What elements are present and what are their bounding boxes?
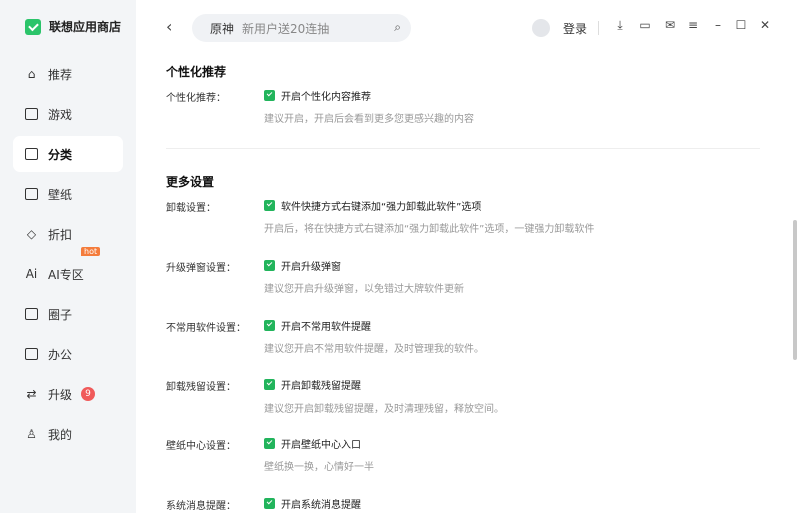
option-text: 开启个性化内容推荐 bbox=[281, 92, 371, 103]
setting-desc: 建议您开启卸载残留提醒，及时清理残留，释放空间。 bbox=[264, 404, 504, 415]
divider bbox=[598, 21, 599, 35]
upgrade-count-badge: 9 bbox=[81, 387, 96, 401]
nav-label: 推荐 bbox=[48, 67, 73, 82]
screen-icon[interactable]: ▭ bbox=[638, 18, 652, 32]
nav-label: 壁纸 bbox=[48, 187, 73, 202]
sidebar-item-recommend[interactable]: ⌂ 推荐 bbox=[13, 56, 123, 92]
app-logo: 联想应用商店 bbox=[25, 18, 121, 35]
setting-label: 升级弹窗设置： bbox=[166, 263, 236, 274]
search-icon[interactable]: ⌕ bbox=[394, 20, 401, 35]
setting-desc: 壁纸换一换，心情好一半 bbox=[264, 462, 374, 473]
setting-label: 卸载残留设置： bbox=[166, 382, 236, 393]
setting-checkbox[interactable]: 开启壁纸中心入口 bbox=[264, 436, 361, 451]
checkbox-checked-icon bbox=[264, 90, 275, 101]
close-icon[interactable]: ✕ bbox=[758, 18, 772, 32]
briefcase-icon bbox=[24, 347, 39, 362]
checkbox-checked-icon bbox=[264, 498, 275, 509]
section-title-more: 更多设置 bbox=[166, 175, 215, 189]
setting-label: 系统消息提醒： bbox=[166, 501, 236, 512]
nav-label: 升级 bbox=[48, 387, 73, 402]
checkbox-checked-icon bbox=[264, 320, 275, 331]
home-icon: ⌂ bbox=[27, 67, 36, 81]
ai-icon: Ai bbox=[25, 267, 38, 281]
sidebar-item-office[interactable]: 办公 bbox=[13, 336, 123, 372]
wallpaper-icon bbox=[24, 187, 39, 202]
login-button[interactable]: 登录 bbox=[563, 20, 587, 37]
category-icon bbox=[24, 147, 39, 162]
sidebar-item-category[interactable]: 分类 bbox=[13, 136, 123, 172]
download-icon[interactable]: ⤓ bbox=[613, 18, 627, 33]
setting-desc: 建议您开启不常用软件提醒，及时管理我的软件。 bbox=[264, 344, 484, 355]
maximize-icon[interactable]: ☐ bbox=[734, 18, 748, 32]
checkbox-checked-icon bbox=[264, 379, 275, 390]
scrollbar[interactable] bbox=[793, 220, 797, 360]
nav-label: 分类 bbox=[48, 147, 73, 162]
option-text: 开启升级弹窗 bbox=[281, 262, 341, 273]
setting-checkbox[interactable]: 开启个性化内容推荐 bbox=[264, 88, 371, 103]
nav-label: AI专区 bbox=[48, 267, 84, 282]
setting-checkbox[interactable]: 开启系统消息提醒 bbox=[264, 496, 361, 511]
search-keyword: 原神 bbox=[210, 21, 235, 36]
sidebar-item-community[interactable]: 圈子 bbox=[13, 296, 123, 332]
option-text: 开启卸载残留提醒 bbox=[281, 381, 361, 392]
top-bar: ‹ 原神 新用户送20连抽 ⌕ 登录 ⤓ ▭ ✉ ≡ – ☐ ✕ bbox=[136, 0, 800, 56]
nav-label: 折扣 bbox=[48, 227, 73, 242]
checkbox-checked-icon bbox=[264, 438, 275, 449]
checkbox-checked-icon bbox=[264, 260, 275, 271]
tag-icon: ◇ bbox=[26, 227, 37, 241]
setting-checkbox[interactable]: 开启卸载残留提醒 bbox=[264, 377, 361, 392]
setting-desc: 开启后，将在快捷方式右键添加“强力卸载此软件”选项，一键强力卸载软件 bbox=[264, 224, 595, 235]
sidebar: 联想应用商店 ⌂ 推荐 游戏 分类 壁纸 ◇ 折扣 Ai AI专区 hot 圈子 办公 … bbox=[0, 0, 136, 513]
sidebar-item-mine[interactable]: ♙ 我的 bbox=[13, 416, 123, 452]
mail-icon[interactable]: ✉ bbox=[663, 18, 677, 32]
search-input[interactable]: 原神 新用户送20连抽 ⌕ bbox=[192, 14, 411, 42]
sidebar-item-ai[interactable]: Ai AI专区 hot bbox=[13, 247, 123, 292]
setting-desc: 建议开启，开启后会看到更多您更感兴趣的内容 bbox=[264, 114, 474, 125]
setting-label: 不常用软件设置： bbox=[166, 323, 246, 334]
app-title: 联想应用商店 bbox=[49, 20, 122, 34]
minimize-icon[interactable]: – bbox=[711, 18, 725, 32]
setting-checkbox[interactable]: 开启不常用软件提醒 bbox=[264, 318, 371, 333]
sidebar-item-upgrade[interactable]: ⇄ 升级 9 bbox=[13, 376, 123, 412]
setting-label: 卸载设置： bbox=[166, 203, 216, 214]
avatar[interactable] bbox=[532, 19, 550, 37]
back-icon[interactable]: ‹ bbox=[166, 17, 172, 36]
divider bbox=[166, 148, 760, 149]
upgrade-icon: ⇄ bbox=[26, 387, 37, 401]
option-text: 开启壁纸中心入口 bbox=[281, 440, 361, 451]
game-icon bbox=[24, 107, 39, 122]
checkbox-checked-icon bbox=[264, 200, 275, 211]
menu-icon[interactable]: ≡ bbox=[686, 18, 700, 32]
nav-label: 游戏 bbox=[48, 107, 73, 122]
nav-label: 圈子 bbox=[48, 307, 73, 322]
setting-label: 个性化推荐： bbox=[166, 93, 226, 104]
setting-checkbox[interactable]: 开启升级弹窗 bbox=[264, 258, 341, 273]
setting-label: 壁纸中心设置： bbox=[166, 441, 236, 452]
setting-checkbox[interactable]: 软件快捷方式右键添加“强力卸载此软件”选项 bbox=[264, 198, 481, 213]
option-text: 开启系统消息提醒 bbox=[281, 500, 361, 511]
search-placeholder: 新用户送20连抽 bbox=[242, 21, 330, 36]
sidebar-item-games[interactable]: 游戏 bbox=[13, 96, 123, 132]
community-icon bbox=[24, 307, 39, 322]
option-text: 开启不常用软件提醒 bbox=[281, 322, 371, 333]
nav-label: 我的 bbox=[48, 427, 73, 442]
sidebar-item-discount[interactable]: ◇ 折扣 bbox=[13, 216, 123, 252]
store-logo-icon bbox=[25, 18, 41, 35]
sidebar-item-wallpaper[interactable]: 壁纸 bbox=[13, 176, 123, 212]
hot-badge: hot bbox=[81, 247, 101, 256]
setting-desc: 建议您开启升级弹窗，以免错过大牌软件更新 bbox=[264, 284, 464, 295]
option-text: 软件快捷方式右键添加“强力卸载此软件”选项 bbox=[281, 202, 482, 213]
settings-content: 个性化推荐 个性化推荐： 开启个性化内容推荐 建议开启，开启后会看到更多您更感兴… bbox=[136, 56, 800, 513]
section-title-personal: 个性化推荐 bbox=[166, 65, 227, 79]
nav-label: 办公 bbox=[48, 347, 73, 362]
user-icon: ♙ bbox=[26, 427, 37, 441]
